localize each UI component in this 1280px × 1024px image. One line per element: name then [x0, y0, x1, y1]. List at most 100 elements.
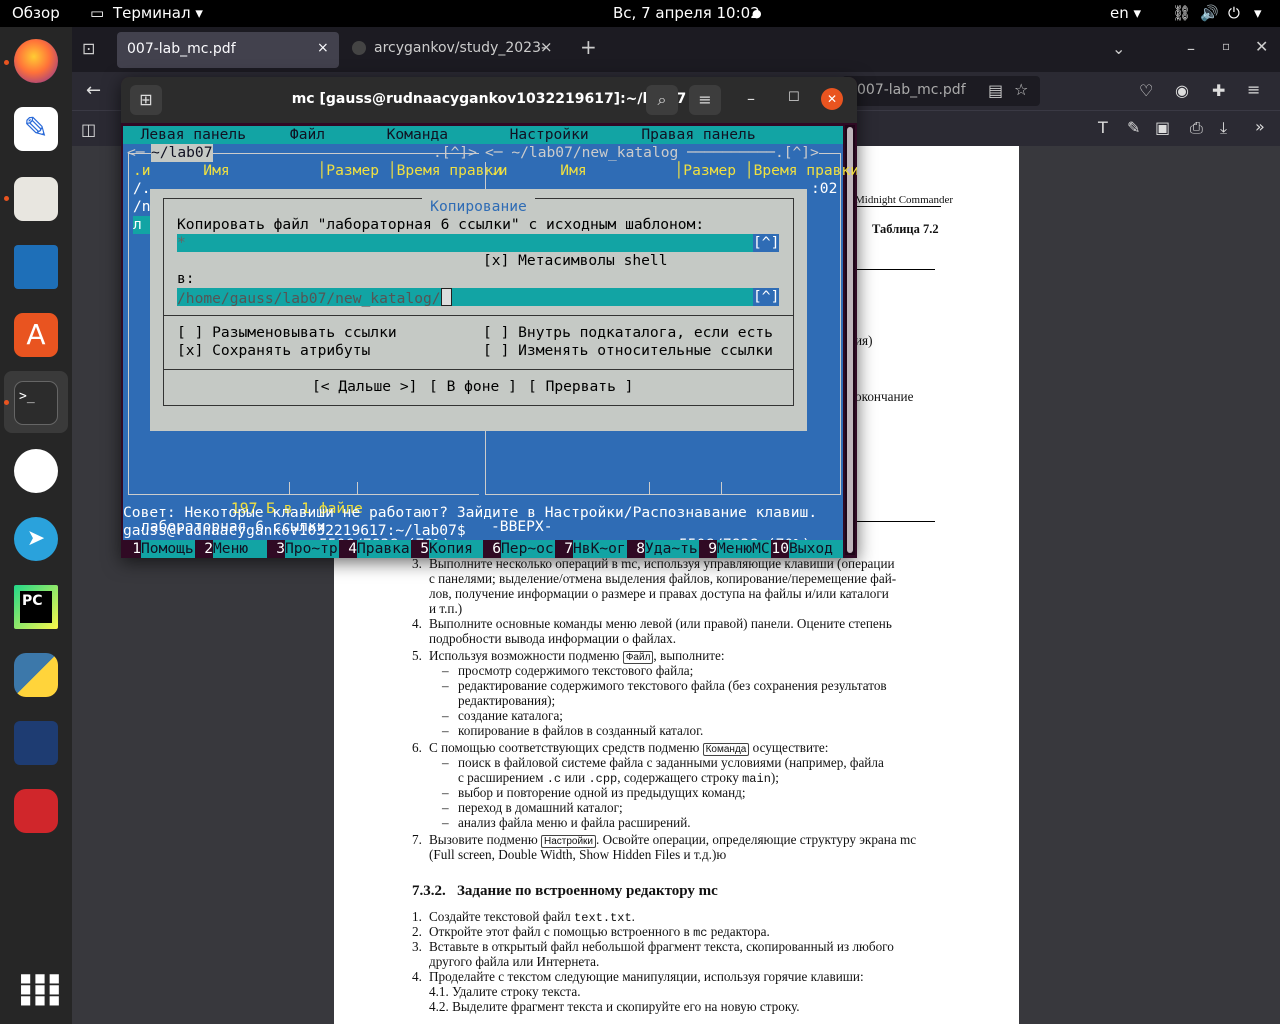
close-window-icon[interactable]: ✕	[1255, 37, 1268, 56]
list-number: 4.	[412, 969, 422, 984]
preserve-attributes-checkbox[interactable]: [x] Сохранять атрибуты	[177, 342, 370, 360]
print-icon[interactable]: ⎙	[1190, 118, 1203, 138]
maximize-icon[interactable]: ☐	[788, 90, 800, 105]
left-panel-controls[interactable]: .[^]>	[433, 144, 477, 162]
reader-view-icon[interactable]: ▤	[988, 81, 1003, 100]
bullet: –	[442, 723, 449, 738]
sub-item-text: просмотр содержимого текстового файла;	[458, 663, 694, 678]
terminal-icon[interactable]: >_	[14, 381, 58, 425]
close-icon[interactable]: ×	[317, 40, 329, 56]
list-item-text: Вставьте в открытый файл небольшой фрагм…	[429, 939, 894, 954]
right-column-headers[interactable]: .и Имя │Размер │Время правки	[490, 162, 857, 180]
sub-item-text: анализ файла меню и файла расширений.	[458, 815, 691, 830]
fkey-1[interactable]: 1Помощь	[123, 540, 195, 558]
files-icon[interactable]	[14, 177, 58, 221]
show-apps-icon[interactable]: ■■■ ■■■ ■■■	[20, 972, 60, 1006]
hamburger-menu-icon[interactable]: ≡	[689, 85, 721, 115]
language-indicator[interactable]: en ▾	[1110, 4, 1141, 22]
cancel-button[interactable]: [ Прервать ]	[528, 378, 633, 396]
source-history-button[interactable]: [^]	[753, 234, 779, 252]
chevron-down-icon[interactable]: ▾	[1254, 4, 1262, 22]
fkey-10[interactable]: 10Выход	[771, 540, 843, 558]
extensions-icon[interactable]: ✚	[1212, 81, 1225, 100]
clock[interactable]: Вс, 7 апреля 10:02	[613, 4, 760, 22]
search-icon[interactable]: ⌕	[646, 85, 678, 115]
list-number: 3.	[412, 556, 422, 571]
ghost-app-icon[interactable]	[14, 789, 58, 833]
file-row-selected[interactable]: л	[133, 216, 151, 234]
dive-into-subdir-checkbox[interactable]: [ ] Внутрь подкаталога, если есть	[483, 324, 773, 342]
volume-icon[interactable]: 🔊	[1200, 4, 1219, 22]
source-mask-input[interactable]: *	[177, 234, 753, 252]
account-icon[interactable]: ◉	[1175, 81, 1189, 100]
terminal-app-icon: ▭	[90, 4, 105, 22]
python-icon[interactable]	[14, 653, 58, 697]
destination-value: /home/gauss/lab07/new_katalog/	[177, 290, 441, 307]
bullet: –	[442, 663, 449, 678]
text-tool-icon[interactable]: T	[1098, 118, 1108, 137]
list-number: 5.	[412, 648, 422, 663]
text-editor-icon[interactable]: ✎	[14, 107, 58, 151]
fkey-8[interactable]: 8Уда~ть	[627, 540, 699, 558]
file-row-dir[interactable]: /n	[133, 198, 151, 216]
dest-history-button[interactable]: [^]	[753, 288, 779, 306]
close-icon[interactable]: ×	[540, 38, 553, 56]
dialog-title-wrap: Копирование	[150, 198, 807, 216]
minimize-icon[interactable]: –	[1187, 39, 1195, 58]
tab-pdf[interactable]: 007-lab_mc.pdf ×	[117, 32, 339, 68]
minimize-icon[interactable]: –	[747, 89, 755, 108]
activities-button[interactable]: Обзор	[12, 4, 60, 22]
download-icon[interactable]: ⤓	[1220, 118, 1227, 138]
beaver-icon[interactable]	[14, 449, 58, 493]
column-separator	[649, 482, 650, 494]
close-icon[interactable]: ✕	[821, 88, 843, 110]
pocket-icon[interactable]: ♡	[1139, 81, 1153, 100]
url-bar[interactable]: 007-lab_mc.pdf ▤ ☆	[842, 76, 1040, 106]
left-column-headers[interactable]: .и Имя │Размер │Время правки	[133, 162, 502, 180]
fkey-number: 1	[123, 540, 141, 558]
tab-github-label[interactable]: arcygankov/study_2023-	[374, 40, 546, 56]
ok-button[interactable]: [< Дальше >]	[312, 378, 417, 396]
tab-list-icon[interactable]: ⊡	[82, 39, 95, 58]
app-center-icon[interactable]: A	[14, 313, 58, 357]
app-menu-button[interactable]: Терминал ▾	[113, 4, 203, 22]
left-panel-path[interactable]: ~/lab07	[151, 144, 213, 162]
more-tools-icon[interactable]: »	[1255, 117, 1265, 136]
fkey-2[interactable]: 2Меню	[195, 540, 267, 558]
sidebar-toggle-icon[interactable]: ◫	[81, 120, 96, 139]
image-tool-icon[interactable]: ▣	[1155, 118, 1170, 137]
app-menu-label: Терминал	[113, 4, 191, 22]
right-panel-header[interactable]: <─ ~/lab07/new_katalog ──────────.[^]>	[485, 144, 819, 162]
menu-icon[interactable]: ≡	[1247, 80, 1260, 99]
maximize-icon[interactable]: ▫	[1222, 39, 1230, 53]
new-tab-button[interactable]: +	[580, 35, 597, 59]
fkey-4[interactable]: 4Правка	[339, 540, 411, 558]
shell-patterns-checkbox[interactable]: [x] Метасимволы shell	[483, 252, 668, 270]
sub-item-text: редактирование содержимого текстового фа…	[458, 678, 887, 693]
telegram-icon[interactable]: ➤	[14, 517, 58, 561]
stable-symlinks-checkbox[interactable]: [ ] Изменять относительные ссылки	[483, 342, 773, 360]
bookmark-star-icon[interactable]: ☆	[1014, 80, 1028, 99]
fkey-6[interactable]: 6Пер~ос	[483, 540, 555, 558]
fkey-5[interactable]: 5Копия	[411, 540, 483, 558]
firefox-icon[interactable]	[14, 39, 58, 83]
destination-input[interactable]: /home/gauss/lab07/new_katalog/	[177, 288, 753, 307]
shell-prompt[interactable]: gauss@rudnaacygankov1032219617:~/lab07$	[123, 522, 466, 540]
network-icon[interactable]: ⛓	[1172, 4, 1191, 22]
pycharm-icon[interactable]: PC	[14, 585, 58, 629]
back-arrow-icon[interactable]: ←	[86, 80, 101, 101]
dialog-prompt: Копировать файл "лабораторная 6 ссылки" …	[177, 216, 705, 233]
draw-tool-icon[interactable]: ✎	[1127, 118, 1140, 137]
scrollbar-thumb[interactable]	[847, 127, 853, 553]
power-icon[interactable]: ⏻	[1228, 4, 1240, 22]
virtualbox-icon[interactable]	[14, 721, 58, 765]
background-button[interactable]: [ В фоне ]	[429, 378, 517, 396]
writer-icon[interactable]	[14, 245, 58, 289]
chevron-down-icon[interactable]: ⌄	[1112, 39, 1125, 58]
dereference-checkbox[interactable]: [ ] Разыменовывать ссылки	[177, 324, 397, 342]
fkey-7[interactable]: 7НвК~ог	[555, 540, 627, 558]
fkey-9[interactable]: 9МенюМС	[699, 540, 771, 558]
mc-menubar[interactable]: Левая панель Файл Команда Настройки Прав…	[123, 126, 843, 144]
fkey-3[interactable]: 3Про~тр	[267, 540, 339, 558]
file-row-up[interactable]: /.	[133, 180, 151, 198]
